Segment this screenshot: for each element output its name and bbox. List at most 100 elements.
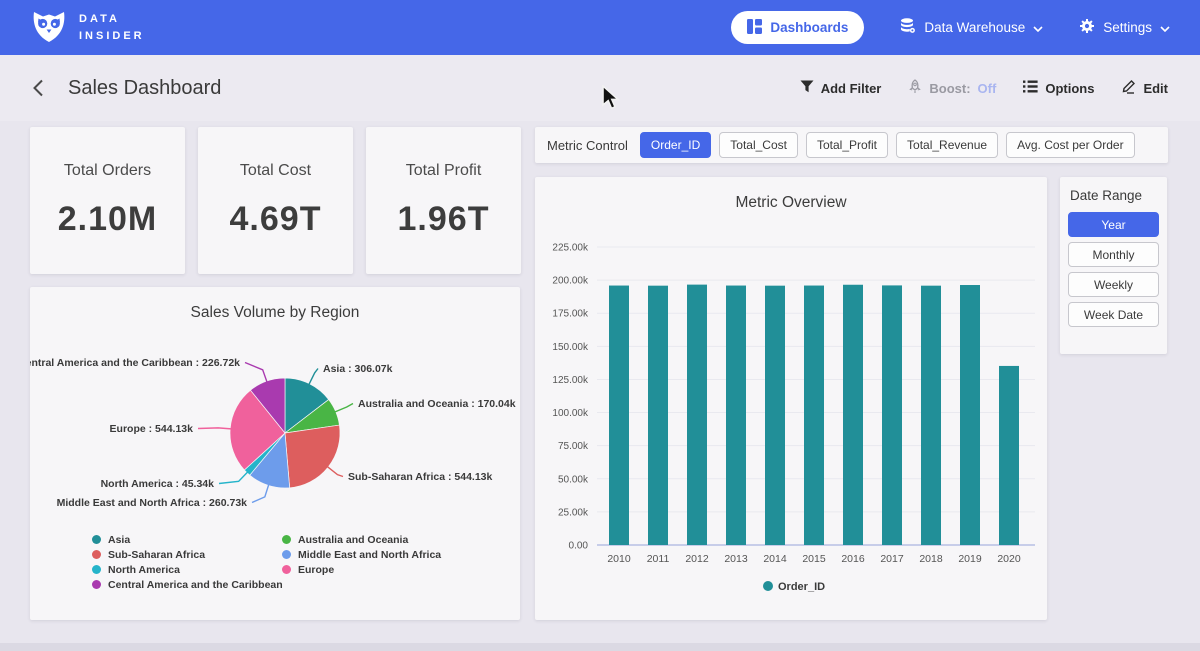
metric-option-total-profit[interactable]: Total_Profit [806,132,888,158]
edit-label: Edit [1143,81,1168,96]
metric-option-total-revenue[interactable]: Total_Revenue [896,132,998,158]
date-range-buttons: Year Monthly Weekly Week Date [1068,212,1159,327]
metric-overview-title: Metric Overview [535,194,1047,212]
brand[interactable]: DATA INSIDER [30,6,145,49]
date-range-label: Date Range [1070,188,1159,203]
svg-text:2017: 2017 [880,553,904,565]
brand-text: DATA INSIDER [79,11,145,44]
gear-icon [1079,18,1095,37]
metric-overview-bar-chart[interactable]: 0.0025.00k50.00k75.00k100.00k125.00k150.… [535,177,1047,620]
metric-option-avg-cost-per-order[interactable]: Avg. Cost per Order [1006,132,1135,158]
svg-text:125.00k: 125.00k [552,375,589,386]
bar-2014[interactable] [765,286,785,545]
pie-legend-item[interactable]: Middle East and North Africa [282,547,441,562]
svg-text:2015: 2015 [802,553,826,565]
edit-pencil-icon [1121,79,1136,97]
date-range-option-monthly[interactable]: Monthly [1068,242,1159,267]
legend-label: North America [108,564,180,576]
kpi-card-total-profit: Total Profit 1.96T [366,127,521,274]
date-range-option-week-date[interactable]: Week Date [1068,302,1159,327]
pie-legend-item[interactable]: Sub-Saharan Africa [92,547,283,562]
legend-label: Australia and Oceania [298,534,408,546]
rocket-icon [908,79,922,97]
pie-legend-item[interactable]: Central America and the Caribbean [92,577,283,592]
svg-text:200.00k: 200.00k [552,276,589,287]
legend-dot [282,535,291,544]
pie-callout-label: Asia : 306.07k [323,363,393,375]
svg-text:175.00k: 175.00k [552,309,589,320]
legend-label-order-id: Order_ID [778,581,825,593]
legend-dot [92,535,101,544]
metric-option-order-id[interactable]: Order_ID [640,132,711,158]
data-warehouse-menu[interactable]: Data Warehouse [900,18,1043,37]
bar-2018[interactable] [921,286,941,545]
bar-2011[interactable] [648,286,668,545]
legend-dot [282,550,291,559]
bottom-scrollbar-track[interactable] [0,643,1200,651]
list-options-icon [1023,80,1038,96]
date-range-option-weekly[interactable]: Weekly [1068,272,1159,297]
pie-legend-item[interactable]: Australia and Oceania [282,532,441,547]
pie-callout-label: Central America and the Caribbean : 226.… [30,357,240,369]
kpi-value: 1.96T [398,200,490,239]
boost-value: Off [978,81,997,96]
svg-text:2011: 2011 [647,553,670,565]
pie-legend-column-2: Australia and Oceania Middle East and Nor… [282,532,441,577]
kpi-card-total-cost: Total Cost 4.69T [198,127,353,274]
pie-legend-item[interactable]: North America [92,562,283,577]
kpi-label: Total Cost [240,162,311,180]
svg-text:25.00k: 25.00k [558,507,589,518]
bar-2020[interactable] [999,366,1019,545]
svg-text:2010: 2010 [607,553,631,565]
svg-text:2012: 2012 [685,553,709,565]
owl-logo-icon [30,6,68,49]
pie-chart-title: Sales Volume by Region [30,304,520,322]
svg-text:2020: 2020 [997,553,1021,565]
database-icon [900,18,916,37]
bar-2015[interactable] [804,286,824,545]
metric-control-label: Metric Control [547,138,628,153]
back-button[interactable] [32,79,44,97]
bar-2017[interactable] [882,285,902,545]
metric-overview-card: Metric Overview 0.0025.00k50.00k75.00k10… [535,177,1047,620]
chevron-down-icon [1160,20,1170,35]
dashboards-button[interactable]: Dashboards [731,11,864,44]
boost-toggle[interactable]: Boost: Off [908,79,996,97]
bar-2013[interactable] [726,286,746,545]
svg-text:2018: 2018 [919,553,943,565]
data-warehouse-label: Data Warehouse [924,20,1025,35]
svg-text:100.00k: 100.00k [552,408,589,419]
legend-dot [92,550,101,559]
options-button[interactable]: Options [1023,80,1094,96]
bar-2010[interactable] [609,286,629,545]
top-navbar: DATA INSIDER Dashboards [0,0,1200,55]
legend-label: Middle East and North Africa [298,549,441,561]
edit-button[interactable]: Edit [1121,79,1168,97]
add-filter-label: Add Filter [821,81,882,96]
kpi-label: Total Profit [406,162,482,180]
legend-dot [92,565,101,574]
bar-2012[interactable] [687,285,707,545]
metric-option-total-cost[interactable]: Total_Cost [719,132,798,158]
svg-text:2013: 2013 [724,553,748,565]
svg-text:75.00k: 75.00k [558,441,589,452]
dashboards-label: Dashboards [770,20,848,35]
add-filter-button[interactable]: Add Filter [800,80,882,96]
bar-2016[interactable] [843,285,863,545]
bar-2019[interactable] [960,285,980,545]
pie-slice-sub-saharan-africa[interactable] [285,425,340,488]
kpi-label: Total Orders [64,162,151,180]
settings-menu[interactable]: Settings [1079,18,1170,37]
page-title: Sales Dashboard [68,77,221,100]
pie-callout-label: Australia and Oceania : 170.04k [358,398,516,410]
pie-legend-item[interactable]: Europe [282,562,441,577]
date-range-option-year[interactable]: Year [1068,212,1159,237]
pie-chart-card: Sales Volume by Region Asia : 306.07k Aus… [30,287,520,620]
pie-callout-label: Middle East and North Africa : 260.73k [57,497,248,509]
pie-legend-item[interactable]: Asia [92,532,283,547]
filter-funnel-icon [800,80,814,96]
options-label: Options [1045,81,1094,96]
kpi-value: 4.69T [230,200,322,239]
pie-callout-label: North America : 45.34k [101,478,215,490]
svg-text:50.00k: 50.00k [558,474,589,485]
